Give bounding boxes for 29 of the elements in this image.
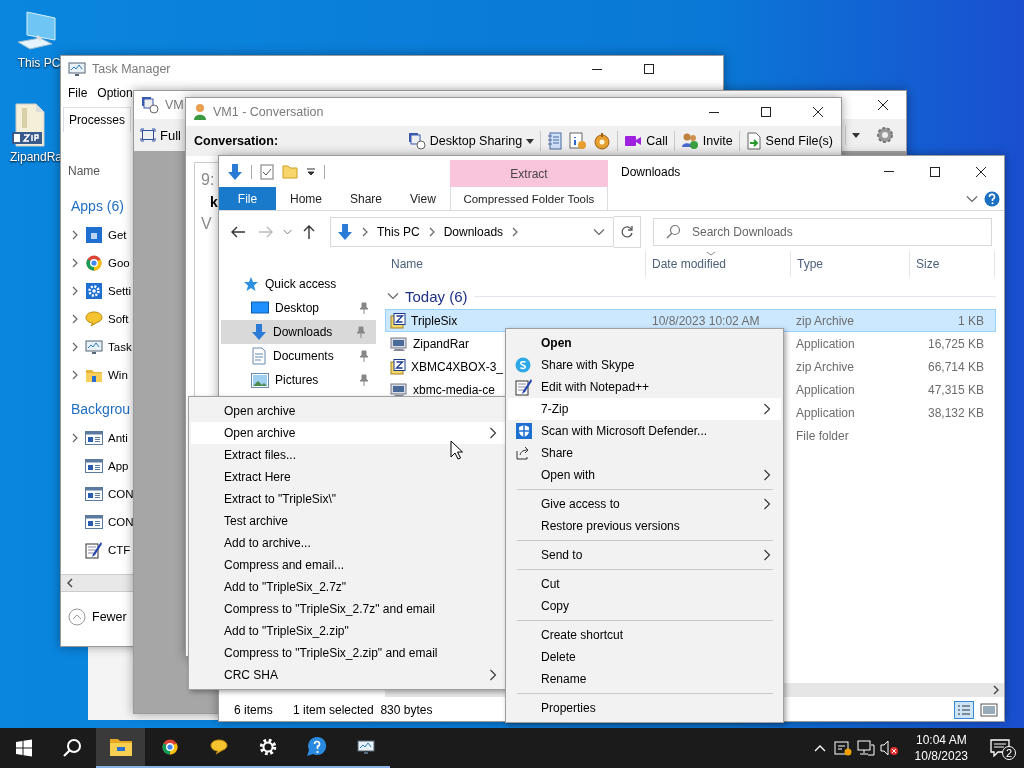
transcript-text: V [201,214,212,234]
window-title: Downloads [620,163,681,181]
transcript-text: 9: [201,170,215,190]
type-cell-text: Application [795,382,856,397]
size-cell-text: 16,725 KB [926,336,985,351]
file-name: xbmc-media-ce [413,382,496,397]
group-heading: Apps (6) [70,197,124,216]
file-name: ZipandRar [413,336,470,351]
file-name: XBMC4XBOX-3_ [411,359,504,374]
window-title: Task Manager [92,62,171,76]
item-count: 6 items [234,703,274,717]
size-cell-text: 38,132 KB [926,405,985,420]
window-title: VM1 - Conversation [213,105,324,119]
type-cell-text: Application [795,336,856,351]
size-cell-text: 1 KB [957,313,985,328]
toolbar-label: Conversation: [194,134,279,148]
type-cell-text: zip Archive [795,313,856,328]
date-cell-text: 10/8/2023 10:02 AM [651,313,761,328]
type-cell-text: zip Archive [795,359,856,374]
notification-count: 2 [1002,746,1017,760]
size-cell-text: 66,714 KB [926,359,985,374]
window-title: VM [165,98,184,112]
selection-info: 1 item selected 830 bytes [293,703,433,717]
group-heading: Backgrou [70,400,131,419]
type-cell-text: Application [795,405,856,420]
transcript-text: k [210,193,218,212]
file-name: TripleSix [411,313,458,328]
size-cell-text: 47,315 KB [926,382,985,397]
group-heading: Today (6) [405,287,468,305]
